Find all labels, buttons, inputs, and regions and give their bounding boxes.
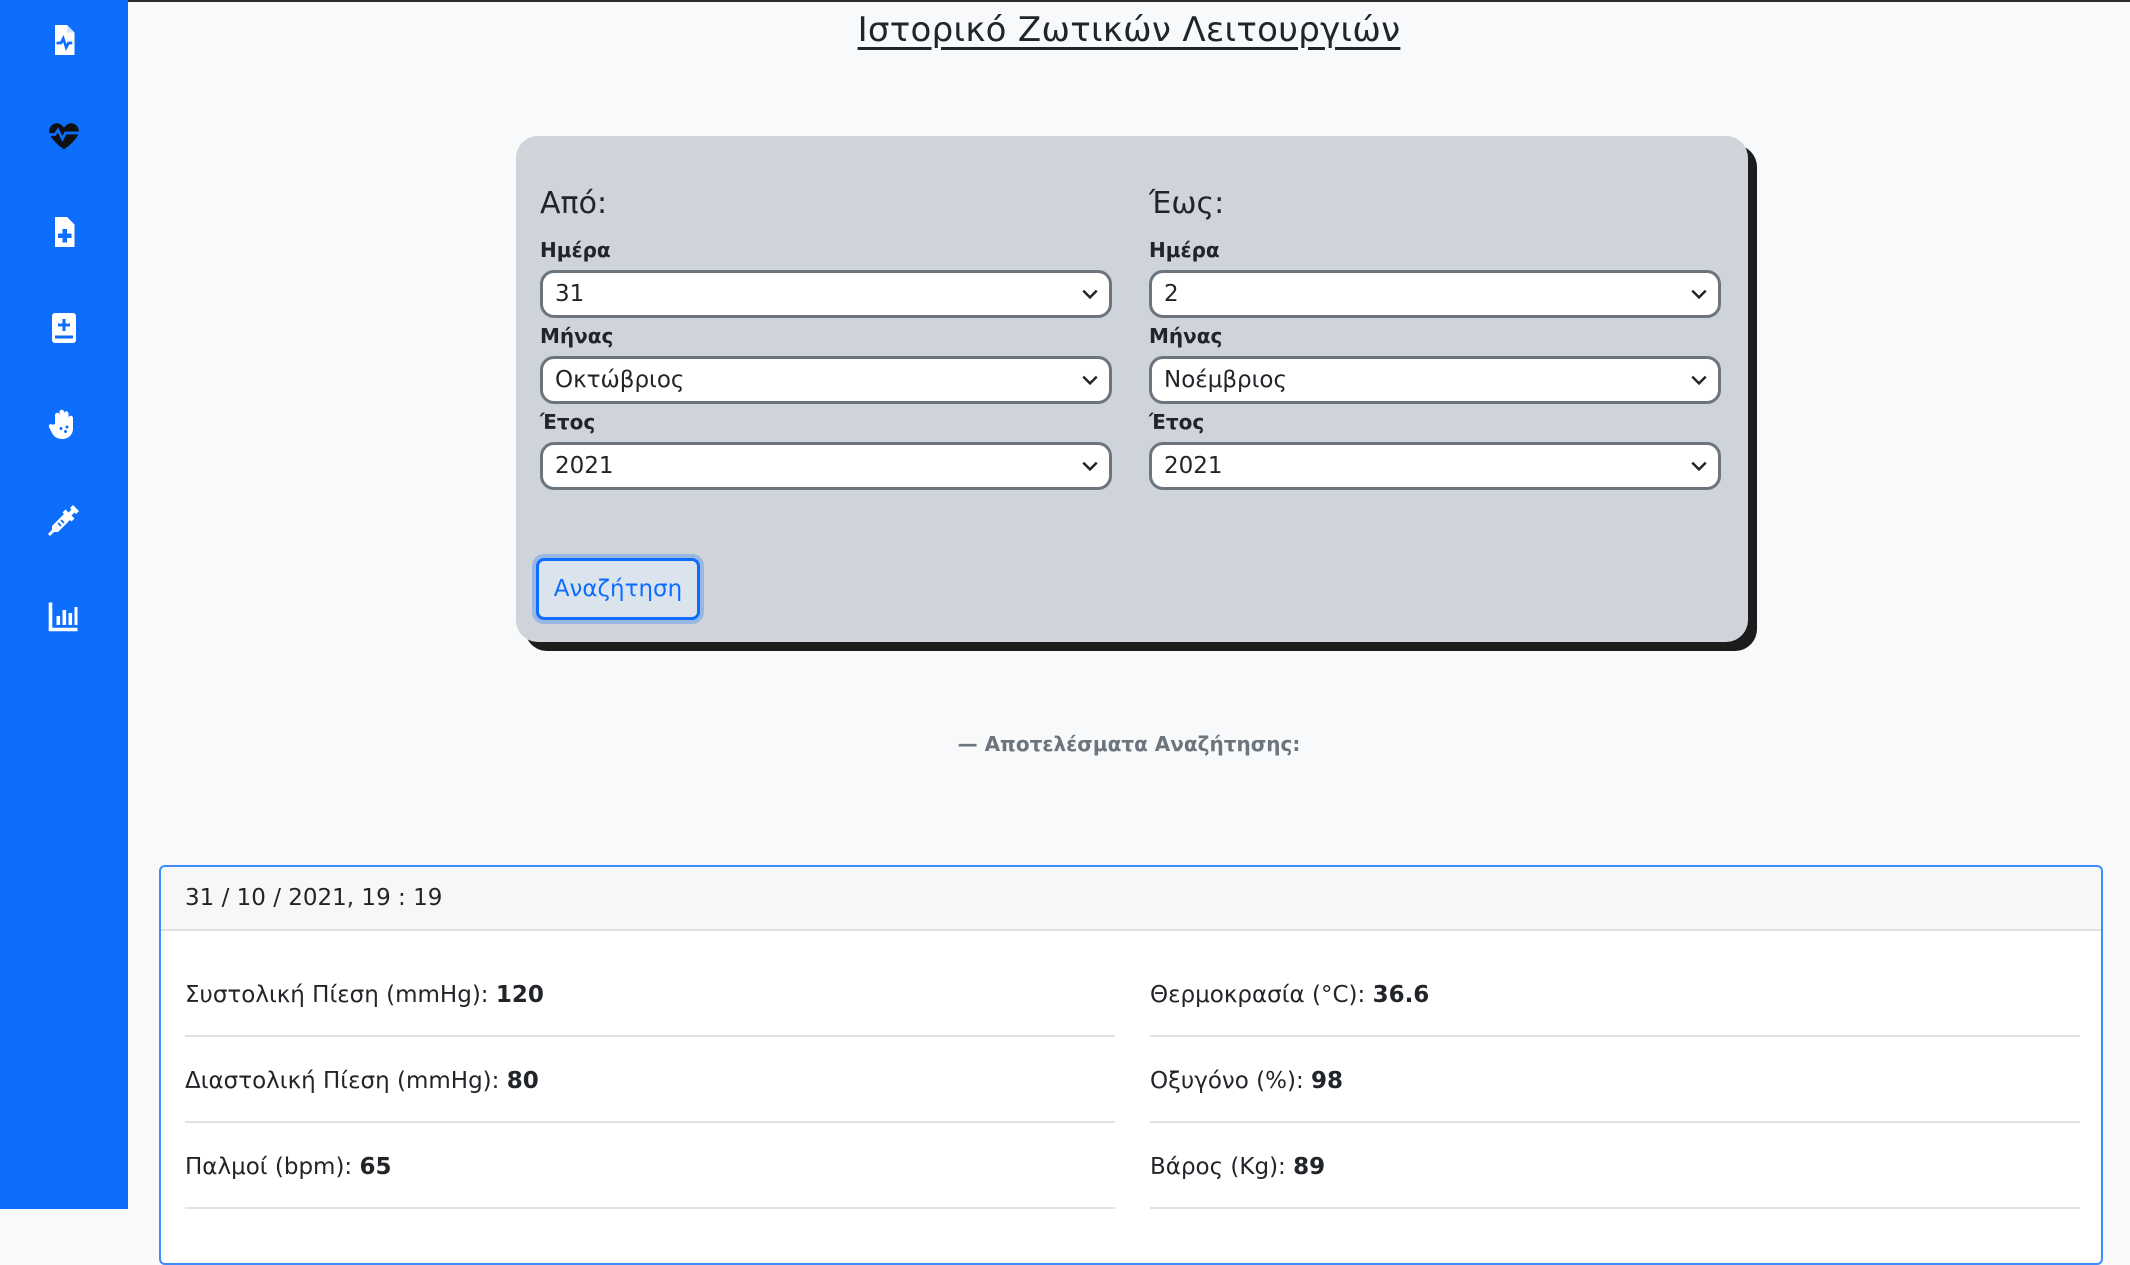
from-day-value: 31 [555,281,585,307]
metric-label: Συστολική Πίεση (mmHg): [185,982,496,1008]
chevron-down-icon [1691,289,1707,300]
from-year-label: Έτος [540,410,596,434]
metric-label: Διαστολική Πίεση (mmHg): [185,1068,507,1094]
chevron-down-icon [1082,375,1098,386]
file-medical-icon[interactable] [44,212,84,252]
from-title: Από: [540,186,608,221]
to-month-value: Νοέμβριος [1164,367,1287,393]
chart-column-icon[interactable] [44,596,84,636]
results-heading: — Αποτελέσματα Αναζήτησης: [957,732,1301,756]
metric-value: 98 [1311,1068,1344,1094]
from-year-value: 2021 [555,453,614,479]
file-waveform-icon[interactable] [44,20,84,60]
from-month-select[interactable]: Οκτώβριος [540,356,1112,404]
metric-value: 36.6 [1372,982,1430,1008]
date-range-search-panel: Από: Ημέρα 31 Μήνας Οκτώβριος Έτος 2021 … [516,136,1748,642]
chevron-down-icon [1691,461,1707,472]
to-month-label: Μήνας [1149,324,1223,348]
from-day-select[interactable]: 31 [540,270,1112,318]
from-year-select[interactable]: 2021 [540,442,1112,490]
to-year-value: 2021 [1164,453,1223,479]
top-border [0,0,2130,2]
diastolic-pressure-row: Διαστολική Πίεση (mmHg): 80 [185,1039,1115,1123]
metric-label: Οξυγόνο (%): [1150,1068,1312,1094]
to-day-label: Ημέρα [1149,238,1220,262]
record-timestamp: 31 / 10 / 2021, 19 : 19 [161,867,2101,931]
to-day-select[interactable]: 2 [1149,270,1721,318]
chevron-down-icon [1082,289,1098,300]
chevron-down-icon [1082,461,1098,472]
sidebar [0,0,128,1209]
oxygen-row: Οξυγόνο (%): 98 [1150,1039,2080,1123]
syringe-icon[interactable] [44,500,84,540]
metric-value: 65 [359,1154,392,1180]
from-day-label: Ημέρα [540,238,611,262]
systolic-pressure-row: Συστολική Πίεση (mmHg): 120 [185,953,1115,1037]
metric-label: Παλμοί (bpm): [185,1154,360,1180]
metric-value: 89 [1293,1154,1326,1180]
hand-dots-icon[interactable] [44,404,84,444]
metric-label: Βάρος (Kg): [1150,1154,1294,1180]
chevron-down-icon [1691,375,1707,386]
vitals-record-card: 31 / 10 / 2021, 19 : 19 Συστολική Πίεση … [159,865,2103,1265]
heart-pulse-icon[interactable] [44,116,84,156]
temperature-row: Θερμοκρασία (°C): 36.6 [1150,953,2080,1037]
to-title: Έως: [1149,186,1225,221]
weight-row: Βάρος (Kg): 89 [1150,1125,2080,1209]
metric-label: Θερμοκρασία (°C): [1150,982,1373,1008]
pulse-row: Παλμοί (bpm): 65 [185,1125,1115,1209]
book-medical-icon[interactable] [44,308,84,348]
to-year-label: Έτος [1149,410,1205,434]
from-month-value: Οκτώβριος [555,367,685,393]
search-button[interactable]: Αναζήτηση [536,558,700,620]
from-month-label: Μήνας [540,324,614,348]
metric-value: 80 [506,1068,539,1094]
to-day-value: 2 [1164,281,1179,307]
to-year-select[interactable]: 2021 [1149,442,1721,490]
page-title: Ιστορικό Ζωτικών Λειτουργιών [857,10,1401,50]
to-month-select[interactable]: Νοέμβριος [1149,356,1721,404]
metric-value: 120 [495,982,544,1008]
